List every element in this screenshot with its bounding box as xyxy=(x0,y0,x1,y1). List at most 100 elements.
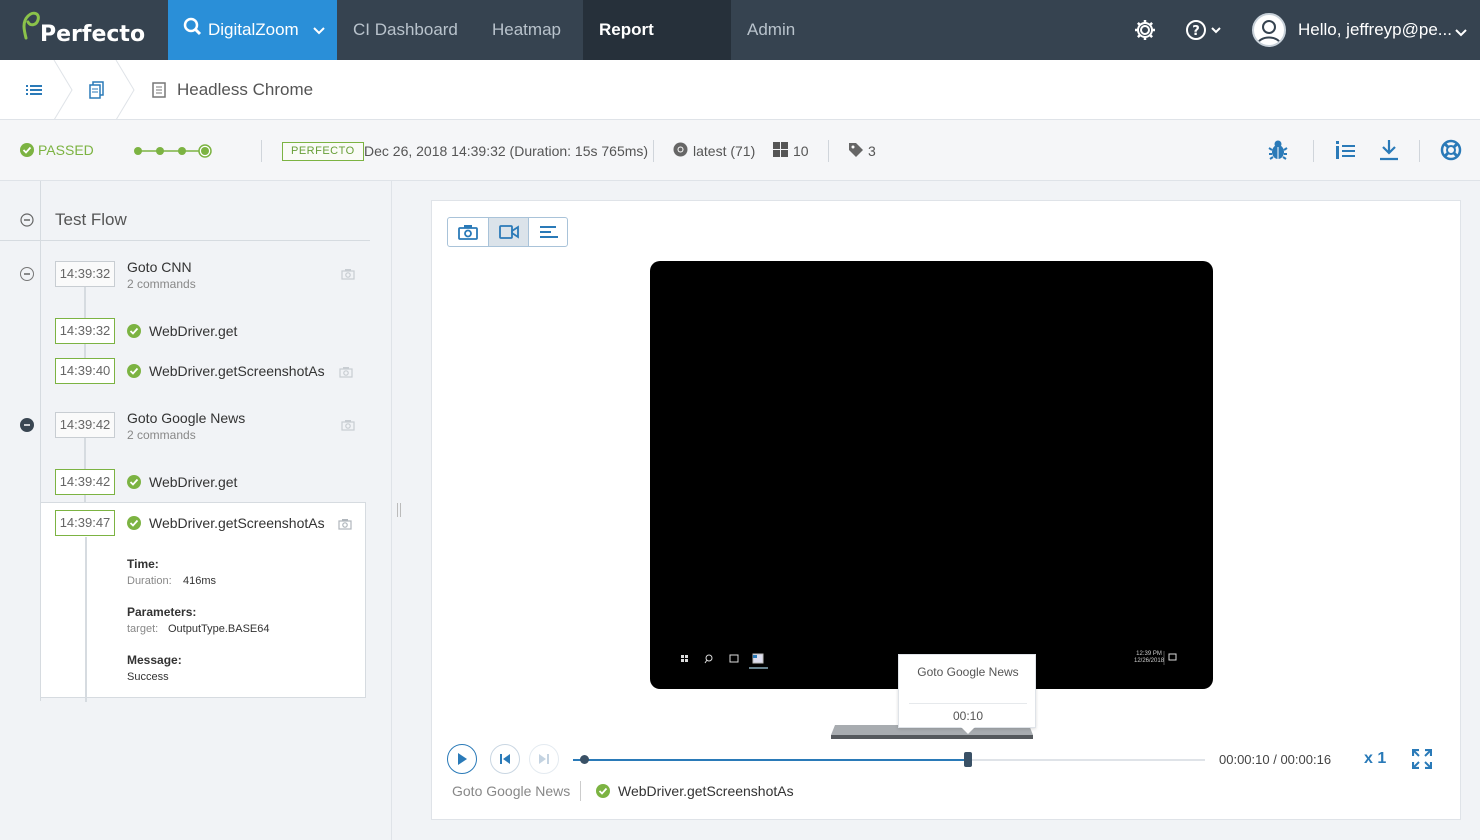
settings-gear-icon[interactable] xyxy=(1133,18,1157,47)
step-command-count: 2 commands xyxy=(127,277,196,291)
divider xyxy=(909,703,1027,704)
timeline-connector xyxy=(84,344,86,358)
nav-report-library[interactable]: Report Library xyxy=(583,0,731,99)
browser-version: latest (71) xyxy=(693,143,756,159)
step-time: 14:39:42 xyxy=(55,412,115,438)
timeline-connector xyxy=(85,537,87,702)
expand-step-toggle[interactable] xyxy=(20,267,34,281)
skip-forward-icon xyxy=(539,754,549,764)
support-lifebuoy-icon[interactable] xyxy=(1440,139,1462,164)
media-viewer: 12:39 PM 12/26/2018 Goto Google News 00:… xyxy=(431,200,1461,820)
tag-icon[interactable] xyxy=(848,142,864,161)
history-dots-icon[interactable] xyxy=(133,143,215,159)
breadcrumb-separator xyxy=(53,60,73,120)
breadcrumb-separator xyxy=(115,60,135,120)
logo-text: Perfecto xyxy=(40,22,146,47)
step-name[interactable]: Goto CNN xyxy=(127,259,192,275)
tab-logs[interactable] xyxy=(528,218,567,246)
target-value: OutputType.BASE64 xyxy=(168,623,270,635)
collapse-step-toggle[interactable] xyxy=(20,418,34,432)
chevron-down-icon xyxy=(313,0,325,60)
selected-step-card[interactable]: 14:39:47 WebDriver.getScreenshotAs Time:… xyxy=(40,502,366,702)
tooltip-arrow xyxy=(961,727,975,734)
test-datetime: Dec 26, 2018 14:39:32 (Duration: 15s 765… xyxy=(364,143,649,159)
test-flow-panel: Test Flow 14:39:32 Goto CNN 2 commands 1… xyxy=(0,181,392,840)
divider xyxy=(1313,140,1314,162)
progress-thumb[interactable] xyxy=(964,752,972,767)
duration-key: Duration: xyxy=(127,575,172,587)
playback-speed[interactable]: x 1 xyxy=(1364,750,1386,768)
nav-ci-dashboard[interactable]: CI Dashboard xyxy=(337,0,474,60)
divider xyxy=(653,140,654,162)
video-progress-track[interactable] xyxy=(573,759,1205,761)
video-screen[interactable]: 12:39 PM 12/26/2018 xyxy=(650,261,1213,689)
camera-icon[interactable] xyxy=(338,517,352,535)
step-time: 14:39:47 xyxy=(55,510,115,536)
message-label: Message: xyxy=(127,653,182,667)
check-circle-icon xyxy=(596,784,610,803)
timeline-connector xyxy=(84,287,86,321)
panel-resize-handle[interactable] xyxy=(397,503,401,517)
digitalzoom-icon xyxy=(182,1,202,61)
tab-video[interactable] xyxy=(488,218,528,246)
tooltip-time: 00:10 xyxy=(952,709,984,723)
collapse-all-icon[interactable] xyxy=(20,213,34,232)
timecode: 00:00:10 / 00:00:16 xyxy=(1219,752,1332,767)
command-name[interactable]: WebDriver.get xyxy=(149,323,237,339)
test-flow-title: Test Flow xyxy=(55,210,127,229)
fullscreen-icon[interactable] xyxy=(1411,748,1433,774)
clock-time: 12:39 PM xyxy=(1136,651,1162,657)
bug-icon[interactable] xyxy=(1268,139,1288,164)
os-version: 10 xyxy=(793,143,809,159)
clock-date: 12/26/2018 xyxy=(1134,658,1165,664)
video-progress-fill xyxy=(573,759,968,761)
tab-screenshots[interactable] xyxy=(448,218,488,246)
skip-back-icon xyxy=(500,754,510,764)
command-name[interactable]: WebDriver.getScreenshotAs xyxy=(149,515,325,531)
nav-heatmap[interactable]: Heatmap xyxy=(476,0,577,60)
check-circle-icon xyxy=(127,516,141,535)
step-time: 14:39:32 xyxy=(55,261,115,287)
camera-icon[interactable] xyxy=(339,365,353,383)
tag-count[interactable]: 3 xyxy=(868,143,876,159)
step-time: 14:39:32 xyxy=(55,318,115,344)
report-icon[interactable] xyxy=(89,81,105,104)
list-icon[interactable] xyxy=(26,82,42,103)
check-circle-icon xyxy=(127,475,141,494)
test-status-bar: PASSED PERFECTO Dec 26, 2018 14:39:32 (D… xyxy=(0,120,1480,181)
nav-digitalzoom[interactable]: DigitalZoom xyxy=(168,0,337,60)
parameters-label: Parameters: xyxy=(127,605,197,619)
test-flow-header: Test Flow xyxy=(0,199,370,241)
user-avatar[interactable] xyxy=(1252,13,1286,47)
nav-admin[interactable]: Admin xyxy=(731,0,811,60)
video-camera-icon xyxy=(498,225,519,239)
check-circle-icon xyxy=(127,324,141,343)
steps-list-icon[interactable] xyxy=(1334,139,1356,164)
breadcrumb: Headless Chrome xyxy=(0,60,1480,120)
source-badge: PERFECTO xyxy=(282,142,364,161)
tooltip-title: Goto Google News xyxy=(917,665,1019,679)
duration-value: 416ms xyxy=(183,575,217,587)
check-circle-icon xyxy=(127,364,141,383)
page-title: Headless Chrome xyxy=(177,80,314,99)
user-greeting[interactable]: Hello, jeffreyp@pe... xyxy=(1298,0,1452,60)
divider xyxy=(580,781,581,801)
step-name[interactable]: Goto Google News xyxy=(127,410,245,426)
chevron-down-icon[interactable] xyxy=(1455,24,1467,42)
perfecto-logo[interactable]: Perfecto xyxy=(18,8,148,52)
current-command-label: WebDriver.getScreenshotAs xyxy=(618,783,794,799)
command-name[interactable]: WebDriver.get xyxy=(149,474,237,490)
previous-step-button[interactable] xyxy=(490,744,520,774)
camera-icon[interactable] xyxy=(341,418,355,436)
status-label: PASSED xyxy=(38,142,94,158)
view-mode-tabs xyxy=(447,217,568,247)
timeline-connector xyxy=(84,438,86,472)
help-icon[interactable]: ? xyxy=(1185,18,1225,47)
status-passed: PASSED xyxy=(20,142,94,158)
play-button[interactable] xyxy=(447,744,477,774)
download-icon[interactable] xyxy=(1379,139,1399,164)
next-step-button[interactable] xyxy=(529,744,559,774)
camera-icon[interactable] xyxy=(341,267,355,285)
command-name[interactable]: WebDriver.getScreenshotAs xyxy=(149,363,325,379)
play-icon xyxy=(458,753,467,765)
